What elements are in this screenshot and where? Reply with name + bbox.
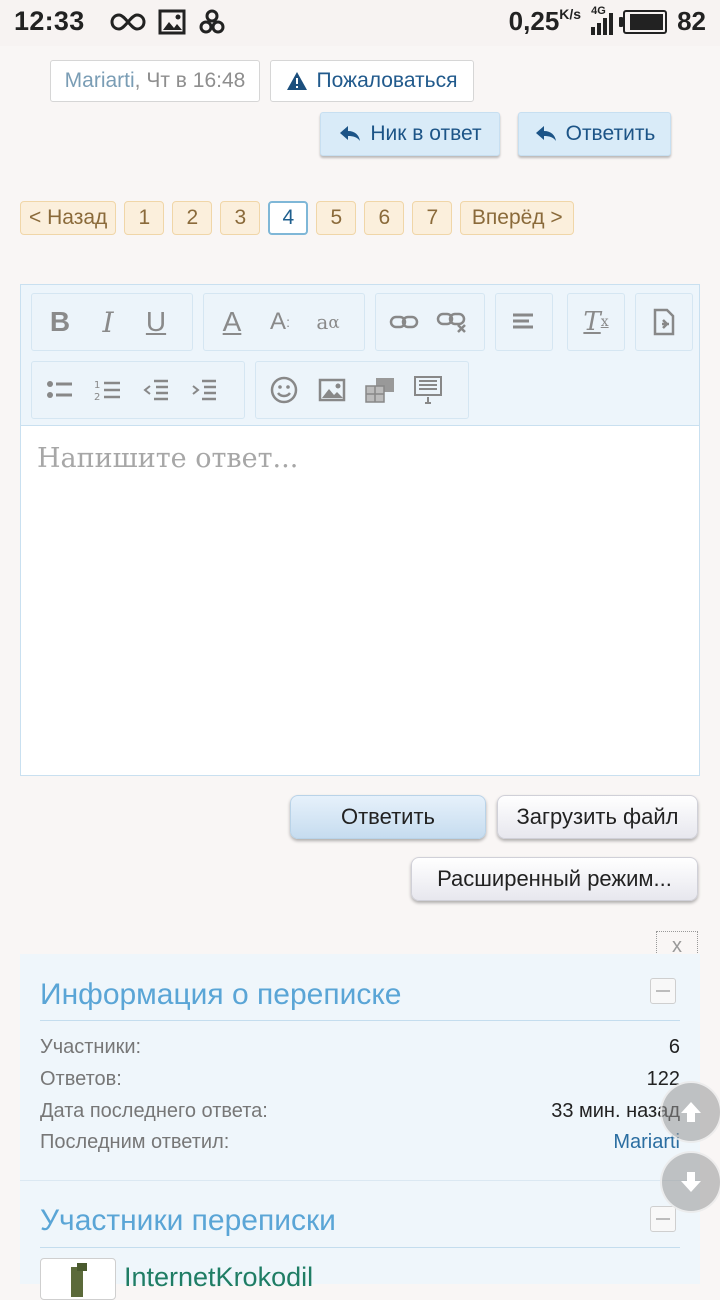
image-icon[interactable] [310, 368, 354, 412]
toolbar-group-link [375, 293, 485, 351]
speed-unit: K/s [559, 6, 582, 22]
collapse-participants-button[interactable] [650, 1206, 676, 1232]
signal-icon: 4G [591, 5, 614, 35]
advanced-mode-button[interactable]: Расширенный режим... [411, 857, 698, 901]
infinity-icon [110, 13, 146, 31]
scroll-up-button[interactable] [660, 1081, 720, 1143]
speed-value: 0,25 [508, 6, 560, 36]
battery-icon [619, 9, 668, 34]
info-label: Последним ответил: [40, 1131, 230, 1153]
post-meta: Mariarti, Чт в 16:48 [50, 60, 260, 102]
reply-arrow-icon [340, 126, 361, 141]
page-prev-button[interactable]: < Назад [20, 201, 117, 235]
info-label: Дата последнего ответа: [40, 1100, 268, 1122]
quote-reply-button[interactable]: Ответить [518, 112, 671, 156]
template-icon[interactable] [406, 368, 450, 412]
info-row: Ответов: 122 [40, 1068, 680, 1091]
media-icon[interactable] [358, 368, 402, 412]
underline-icon[interactable]: U [134, 300, 178, 344]
toolbar-group-source [635, 293, 693, 351]
svg-text:1: 1 [94, 380, 100, 391]
page-1-button[interactable]: 1 [124, 201, 165, 235]
smiley-icon[interactable] [262, 368, 306, 412]
toggle-source-icon[interactable] [642, 300, 686, 344]
clover-icon [199, 9, 225, 34]
battery-level: 82 [677, 6, 706, 36]
toolbar-group-lists: 12 [31, 361, 245, 419]
unlink-icon[interactable] [430, 300, 474, 344]
font-family-icon[interactable]: aα [306, 300, 350, 344]
outdent-icon[interactable] [134, 368, 178, 412]
submit-reply-button[interactable]: Ответить [290, 795, 486, 839]
info-value: 6 [668, 1036, 680, 1058]
text-color-icon[interactable]: A [210, 300, 254, 344]
member-name-link[interactable]: InternetKrokodil [124, 1262, 313, 1293]
toolbar-group-align [495, 293, 553, 351]
page-7-button[interactable]: 7 [412, 201, 453, 235]
editor-toolbar: B I U A A: aα Tx 12 [21, 285, 699, 426]
info-label: Ответов: [40, 1068, 122, 1090]
thread-info-title: Информация о переписке [40, 978, 402, 1011]
numbered-list-icon[interactable]: 12 [86, 368, 130, 412]
nick-reply-label: Ник в ответ [370, 122, 482, 145]
report-button[interactable]: Пожаловаться [270, 60, 474, 102]
panel-separator [20, 1180, 700, 1181]
info-row: Последним ответил: Mariarti [40, 1131, 680, 1154]
nick-reply-button[interactable]: Ник в ответ [320, 112, 500, 156]
collapse-info-button[interactable] [650, 978, 676, 1004]
gallery-icon [158, 9, 186, 35]
scroll-down-button[interactable] [660, 1151, 720, 1213]
info-label: Участники: [40, 1036, 142, 1058]
post-author[interactable]: Mariarti [65, 69, 135, 93]
page-3-button[interactable]: 3 [220, 201, 261, 235]
participants-title: Участники переписки [40, 1204, 336, 1237]
page-4-current[interactable]: 4 [268, 201, 309, 235]
bold-icon[interactable]: B [38, 300, 82, 344]
avatar[interactable] [40, 1258, 116, 1300]
arrow-down-icon [681, 1172, 701, 1192]
toolbar-group-insert [255, 361, 469, 419]
remove-format-icon[interactable]: Tx [574, 300, 618, 344]
page-6-button[interactable]: 6 [364, 201, 405, 235]
font-size-icon[interactable]: A: [258, 300, 302, 344]
panel-divider [40, 1247, 680, 1248]
reply-textarea[interactable]: Напишите ответ... [37, 443, 677, 474]
info-row: Дата последнего ответа: 33 мин. назад [40, 1100, 680, 1123]
align-icon[interactable] [502, 300, 546, 344]
reply-editor: B I U A A: aα Tx 12 Напишите ответ... [20, 284, 700, 776]
report-label: Пожаловаться [316, 69, 458, 92]
toolbar-group-font: A A: aα [203, 293, 365, 351]
status-bar: 12:33 0,25K/s 4G 82 [0, 0, 720, 46]
pagination: < Назад 1 2 3 4 5 6 7 Вперёд > [20, 201, 575, 235]
panel-divider [40, 1020, 680, 1021]
network-speed: 0,25K/s [509, 6, 581, 37]
warning-icon [287, 72, 308, 90]
indent-icon[interactable] [182, 368, 226, 412]
page-next-button[interactable]: Вперёд > [460, 201, 575, 235]
svg-text:2: 2 [94, 392, 100, 402]
page-5-button[interactable]: 5 [316, 201, 357, 235]
upload-file-button[interactable]: Загрузить файл [497, 795, 698, 839]
quote-reply-label: Ответить [565, 122, 656, 145]
info-row: Участники: 6 [40, 1036, 680, 1059]
network-type: 4G [591, 4, 606, 17]
arrow-up-icon [681, 1102, 701, 1122]
toolbar-group-clear: Tx [567, 293, 625, 351]
status-time: 12:33 [14, 6, 85, 36]
thread-info-panel: Информация о переписке Участники: 6 Ответ… [20, 954, 700, 1300]
italic-icon[interactable]: I [86, 300, 130, 344]
page-2-button[interactable]: 2 [172, 201, 213, 235]
status-notifications [110, 8, 226, 36]
status-right: 0,25K/s 4G 82 [509, 5, 706, 37]
post-time: , Чт в 16:48 [134, 69, 246, 92]
link-icon[interactable] [382, 300, 426, 344]
toolbar-group-style: B I U [31, 293, 193, 351]
reply-arrow-icon [535, 126, 556, 141]
bullet-list-icon[interactable] [38, 368, 82, 412]
